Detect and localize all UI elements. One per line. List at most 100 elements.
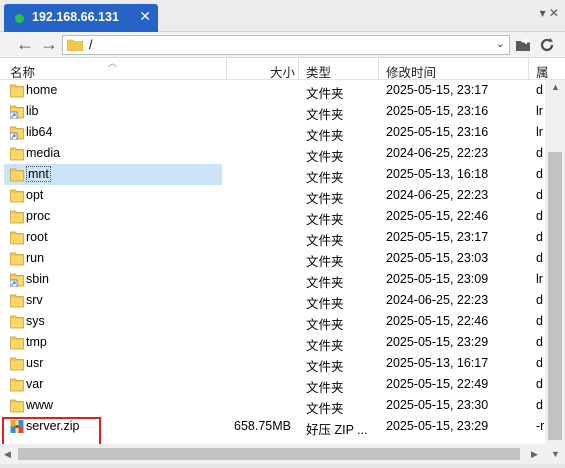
column-type[interactable]: 类型 (306, 62, 331, 81)
file-name-cell[interactable]: lib64 (4, 122, 222, 143)
file-name-cell[interactable]: proc (4, 206, 222, 227)
file-name-cell[interactable]: home (4, 80, 222, 101)
file-name-cell[interactable]: opt (4, 185, 222, 206)
file-name: sbin (26, 272, 49, 286)
file-type: 好压 ZIP ... (306, 423, 368, 437)
file-name-cell[interactable]: mnt (4, 164, 222, 185)
file-permissions: d (536, 293, 543, 307)
file-name-cell[interactable]: media (4, 143, 222, 164)
file-modified: 2024-06-25, 22:23 (386, 188, 489, 202)
scroll-left-icon[interactable]: ◀ (4, 449, 11, 460)
vertical-scrollbar[interactable]: ▲ (545, 80, 565, 444)
file-type: 文件夹 (306, 402, 344, 416)
column-divider[interactable] (378, 58, 379, 80)
session-tab[interactable]: 192.168.66.131 ✕ (4, 4, 158, 32)
file-name-cell[interactable]: root (4, 227, 222, 248)
file-permissions: d (536, 146, 543, 160)
file-row[interactable]: tmp 文件夹 2025-05-15, 23:29 d (0, 332, 545, 353)
new-folder-icon[interactable] (514, 36, 532, 54)
file-row[interactable]: opt 文件夹 2024-06-25, 22:23 d (0, 185, 545, 206)
horizontal-scroll-thumb[interactable] (18, 448, 520, 460)
file-name-cell[interactable]: www (4, 395, 222, 416)
path-text: / (89, 38, 93, 52)
status-strip (0, 464, 565, 468)
file-row[interactable]: usr 文件夹 2025-05-13, 16:17 d (0, 353, 545, 374)
file-modified: 2025-05-15, 23:30 (386, 398, 489, 412)
scrollbar-corner: ▼ (545, 444, 565, 464)
file-name-cell[interactable]: var (4, 374, 222, 395)
folder-icon (10, 210, 24, 224)
file-permissions: d (536, 335, 543, 349)
file-permissions: d (536, 356, 543, 370)
file-row[interactable]: proc 文件夹 2025-05-15, 22:46 d (0, 206, 545, 227)
file-permissions: d (536, 188, 543, 202)
file-row[interactable]: home 文件夹 2025-05-15, 23:17 d (0, 80, 545, 101)
file-name: run (26, 251, 45, 265)
folder-icon (10, 315, 24, 329)
vertical-scroll-thumb[interactable] (548, 152, 562, 440)
file-name-cell[interactable]: run (4, 248, 222, 269)
file-row[interactable]: lib64 文件夹 2025-05-15, 23:16 lr (0, 122, 545, 143)
chevron-down-icon[interactable]: ⌄ (496, 37, 505, 50)
sort-arrow-icon: ︿ (108, 58, 118, 68)
file-name: tmp (26, 335, 47, 349)
file-row[interactable]: media 文件夹 2024-06-25, 22:23 d (0, 143, 545, 164)
file-row[interactable]: srv 文件夹 2024-06-25, 22:23 d (0, 290, 545, 311)
folder-icon (10, 231, 24, 245)
file-modified: 2025-05-15, 23:17 (386, 83, 489, 97)
file-modified: 2025-05-15, 22:46 (386, 209, 489, 223)
file-name-cell[interactable]: usr (4, 353, 222, 374)
horizontal-scrollbar[interactable]: ◀ ▶ (0, 444, 545, 464)
file-name: srv (26, 293, 43, 307)
path-input[interactable]: / ⌄ (62, 35, 510, 55)
scroll-up-icon[interactable]: ▲ (551, 82, 560, 92)
column-divider[interactable] (298, 58, 299, 80)
file-modified: 2025-05-15, 23:16 (386, 104, 489, 118)
file-name-cell[interactable]: tmp (4, 332, 222, 353)
file-row[interactable]: run 文件夹 2025-05-15, 23:03 d (0, 248, 545, 269)
close-tab-icon[interactable]: ✕ (139, 8, 151, 25)
file-modified: 2024-06-25, 22:23 (386, 293, 489, 307)
scroll-down-icon[interactable]: ▼ (551, 449, 560, 459)
file-modified: 2025-05-15, 23:16 (386, 125, 489, 139)
file-type: 文件夹 (306, 360, 344, 374)
file-name-cell[interactable]: lib (4, 101, 222, 122)
column-divider[interactable] (226, 58, 227, 80)
file-row[interactable]: sys 文件夹 2025-05-15, 22:46 d (0, 311, 545, 332)
file-permissions: d (536, 230, 543, 244)
file-row[interactable]: www 文件夹 2025-05-15, 23:30 d (0, 395, 545, 416)
forward-arrow-icon[interactable]: → (38, 34, 60, 56)
file-size: 658.75MB (234, 419, 291, 433)
column-permissions[interactable]: 属 (536, 62, 549, 81)
file-type: 文件夹 (306, 213, 344, 227)
file-list: home 文件夹 2025-05-15, 23:17 d lib 文件夹 2025-05-1… (0, 80, 545, 444)
file-name-cell[interactable]: srv (4, 290, 222, 311)
file-modified: 2025-05-13, 16:17 (386, 356, 489, 370)
back-arrow-icon[interactable]: ← (14, 34, 36, 56)
column-divider[interactable] (528, 58, 529, 80)
file-type: 文件夹 (306, 318, 344, 332)
file-permissions: d (536, 167, 543, 181)
file-name-cell[interactable]: sbin (4, 269, 222, 290)
folder-icon (10, 357, 24, 371)
scroll-right-icon[interactable]: ▶ (531, 449, 538, 460)
tab-menu-icon[interactable]: ▾ ✕ (540, 6, 559, 20)
column-name[interactable]: 名称 (10, 62, 35, 81)
tab-title: 192.168.66.131 (32, 10, 119, 24)
file-row[interactable]: var 文件夹 2025-05-15, 22:49 d (0, 374, 545, 395)
file-type: 文件夹 (306, 192, 344, 206)
folder-link-icon (10, 105, 24, 119)
column-size[interactable]: 大小 (270, 62, 295, 81)
column-modified[interactable]: 修改时间 (386, 62, 436, 81)
file-row[interactable]: root 文件夹 2025-05-15, 23:17 d (0, 227, 545, 248)
file-row[interactable]: sbin 文件夹 2025-05-15, 23:09 lr (0, 269, 545, 290)
file-row[interactable]: lib 文件夹 2025-05-15, 23:16 lr (0, 101, 545, 122)
file-name: root (26, 230, 48, 244)
file-name: mnt (26, 166, 51, 182)
refresh-icon[interactable] (538, 36, 556, 54)
file-row[interactable]: mnt 文件夹 2025-05-13, 16:18 d (0, 164, 545, 185)
connection-status-icon (15, 14, 24, 23)
folder-icon (10, 399, 24, 413)
file-name-cell[interactable]: sys (4, 311, 222, 332)
file-name: lib (26, 104, 39, 118)
